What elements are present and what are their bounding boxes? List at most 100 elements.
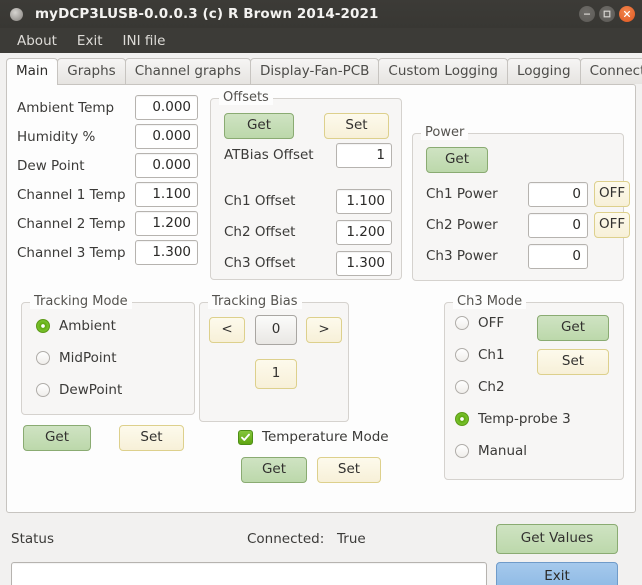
atbias-offset-row: ATBias Offset 1	[224, 142, 392, 168]
radio-selected-icon	[36, 319, 50, 333]
ch3-mode-set-button[interactable]: Set	[537, 349, 609, 375]
tab-connection[interactable]: Connection	[579, 58, 642, 84]
ch3-offset-row: Ch3 Offset 1.300	[224, 250, 392, 276]
reading-value-channel-1-temp[interactable]: 1.100	[135, 182, 198, 207]
menu-item-exit[interactable]: Exit	[68, 31, 112, 51]
ch3-mode-option-off[interactable]: OFF	[455, 315, 504, 331]
radio-icon	[455, 348, 469, 362]
menu-item-about[interactable]: About	[8, 31, 66, 51]
offsets-group-title: Offsets	[219, 90, 273, 105]
reading-label-channel-2-temp: Channel 2 Temp	[17, 215, 126, 232]
maximize-icon[interactable]	[599, 6, 615, 22]
ch1-power-label: Ch1 Power	[426, 186, 498, 202]
reading-row-dew-point: Dew Point 0.000	[17, 151, 202, 180]
close-icon[interactable]	[619, 6, 635, 22]
atbias-offset-input[interactable]: 1	[336, 142, 392, 168]
radio-selected-icon	[455, 412, 469, 426]
connected-value: True	[337, 531, 366, 547]
menu-item-ini-file[interactable]: INI file	[114, 31, 175, 51]
offsets-get-button[interactable]: Get	[224, 113, 294, 139]
radio-icon	[36, 351, 50, 365]
app-icon	[10, 7, 23, 21]
ch3-power-input[interactable]: 0	[528, 243, 588, 269]
radio-icon	[455, 444, 469, 458]
tab-logging[interactable]: Logging	[507, 58, 581, 84]
tracking-mode-option-dewpoint[interactable]: DewPoint	[36, 382, 122, 398]
tracking-bias-secondary-value[interactable]: 1	[255, 359, 297, 389]
ch3-mode-option-ch2[interactable]: Ch2	[455, 379, 505, 395]
radio-icon	[36, 383, 50, 397]
ch1-offset-label: Ch1 Offset	[224, 193, 296, 209]
ch2-offset-row: Ch2 Offset 1.200	[224, 219, 392, 245]
tracking-mode-label-midpoint: MidPoint	[59, 350, 117, 366]
radio-icon	[455, 380, 469, 394]
temperature-mode-checkbox-row[interactable]: Temperature Mode	[238, 429, 389, 445]
ch3-mode-label-ch2: Ch2	[478, 379, 505, 395]
tracking-bias-group-title: Tracking Bias	[208, 294, 302, 309]
power-get-button[interactable]: Get	[426, 147, 488, 173]
ch3-mode-label-off: OFF	[478, 315, 505, 331]
ch1-offset-input[interactable]: 1.100	[336, 188, 392, 214]
reading-label-ambient-temp: Ambient Temp	[17, 99, 115, 116]
tab-channel-graphs[interactable]: Channel graphs	[124, 58, 251, 84]
tracking-mode-get-button[interactable]: Get	[23, 425, 91, 451]
ch3-mode-option-manual[interactable]: Manual	[455, 443, 527, 459]
checkbox-checked-icon	[238, 429, 253, 445]
tracking-mode-option-ambient[interactable]: Ambient	[36, 318, 116, 334]
power-group-title: Power	[421, 125, 469, 140]
status-input[interactable]	[11, 562, 487, 585]
title-bar: myDCP3LUSB-0.0.0.3 (c) R Brown 2014-2021	[0, 0, 642, 28]
reading-value-humidity[interactable]: 0.000	[135, 124, 198, 149]
radio-icon	[455, 316, 469, 330]
reading-value-channel-2-temp[interactable]: 1.200	[135, 211, 198, 236]
ch3-offset-label: Ch3 Offset	[224, 255, 296, 271]
tab-main[interactable]: Main	[6, 58, 59, 85]
tab-graphs[interactable]: Graphs	[57, 58, 126, 84]
offsets-set-button[interactable]: Set	[324, 113, 389, 139]
reading-value-ambient-temp[interactable]: 0.000	[135, 95, 198, 120]
ch3-mode-get-button[interactable]: Get	[537, 315, 609, 341]
tracking-mode-option-midpoint[interactable]: MidPoint	[36, 350, 117, 366]
ch1-power-toggle-button[interactable]: OFF	[594, 181, 630, 207]
ch2-power-row: Ch2 Power 0 OFF	[426, 212, 630, 238]
readings-list: Ambient Temp 0.000 Humidity % 0.000 Dew …	[17, 93, 202, 267]
status-label: Status	[11, 531, 55, 547]
offsets-group: Offsets Get Set ATBias Offset 1 Ch1 Offs…	[210, 90, 402, 280]
ch2-power-label: Ch2 Power	[426, 217, 498, 233]
application-window: myDCP3LUSB-0.0.0.3 (c) R Brown 2014-2021…	[0, 0, 642, 585]
tracking-mode-label-dewpoint: DewPoint	[59, 382, 123, 398]
tracking-mode-label-ambient: Ambient	[59, 318, 116, 334]
temperature-mode-set-button[interactable]: Set	[317, 457, 381, 483]
minimize-icon[interactable]	[579, 6, 595, 22]
tab-bar: Main Graphs Channel graphs Display-Fan-P…	[0, 53, 642, 85]
tab-custom-logging[interactable]: Custom Logging	[378, 58, 508, 84]
temperature-mode-get-button[interactable]: Get	[241, 457, 307, 483]
tracking-bias-value[interactable]: 0	[255, 315, 297, 345]
tracking-bias-prev-button[interactable]: <	[209, 317, 245, 343]
tracking-bias-next-button[interactable]: >	[306, 317, 342, 343]
ch3-offset-input[interactable]: 1.300	[336, 250, 392, 276]
reading-value-dew-point[interactable]: 0.000	[135, 153, 198, 178]
get-values-button[interactable]: Get Values	[496, 524, 618, 554]
tab-display-fan-pcb[interactable]: Display-Fan-PCB	[249, 58, 380, 84]
ch2-power-toggle-button[interactable]: OFF	[594, 212, 630, 238]
ch3-mode-label-ch1: Ch1	[478, 347, 505, 363]
ch2-offset-input[interactable]: 1.200	[336, 219, 392, 245]
window-title: myDCP3LUSB-0.0.0.3 (c) R Brown 2014-2021	[35, 6, 379, 22]
temperature-mode-label: Temperature Mode	[262, 429, 389, 445]
ch3-mode-option-temp-probe-3[interactable]: Temp-probe 3	[455, 411, 571, 427]
reading-row-humidity: Humidity % 0.000	[17, 122, 202, 151]
reading-label-channel-3-temp: Channel 3 Temp	[17, 244, 126, 261]
exit-button[interactable]: Exit	[496, 562, 618, 585]
reading-row-ambient-temp: Ambient Temp 0.000	[17, 93, 202, 122]
ch1-power-input[interactable]: 0	[528, 181, 588, 207]
tracking-mode-set-button[interactable]: Set	[119, 425, 184, 451]
reading-value-channel-3-temp[interactable]: 1.300	[135, 240, 198, 265]
menu-bar: About Exit INI file	[0, 28, 642, 53]
reading-label-dew-point: Dew Point	[17, 157, 85, 174]
ch3-mode-label-temp-probe-3: Temp-probe 3	[478, 411, 571, 427]
ch2-power-input[interactable]: 0	[528, 212, 588, 238]
ch3-mode-option-ch1[interactable]: Ch1	[455, 347, 505, 363]
reading-row-channel-2-temp: Channel 2 Temp 1.200	[17, 209, 202, 238]
ch1-offset-row: Ch1 Offset 1.100	[224, 188, 392, 214]
